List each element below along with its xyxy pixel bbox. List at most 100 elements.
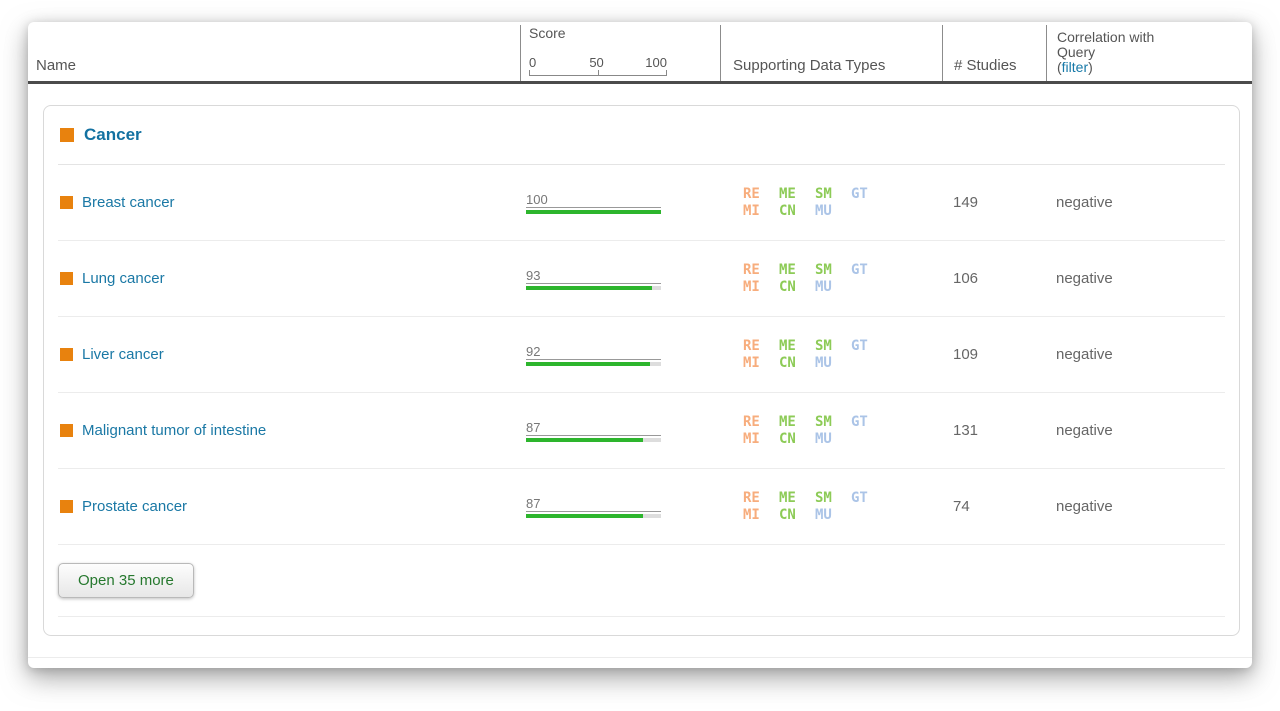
studies-column-label: # Studies	[954, 57, 1046, 74]
studies-cell: 106	[942, 270, 1046, 287]
column-header-correlation: Correlation with Query (filter)	[1046, 25, 1252, 81]
data-type-re-icon: RE	[743, 262, 779, 279]
data-types-column-label: Supporting Data Types	[733, 57, 942, 74]
data-type-sm-icon: SM	[815, 414, 851, 431]
data-type-re-icon: RE	[743, 338, 779, 355]
orange-square-icon	[60, 272, 73, 285]
score-bar	[526, 514, 661, 518]
studies-cell: 131	[942, 422, 1046, 439]
group-title: Cancer	[84, 125, 142, 145]
data-type-mu-icon: MU	[815, 507, 851, 524]
score-bar	[526, 210, 661, 214]
score-bar	[526, 362, 661, 366]
data-type-cn-icon: CN	[779, 203, 815, 220]
disease-link[interactable]: Lung cancer	[82, 270, 165, 287]
open-more-row: Open 35 more	[58, 545, 1225, 617]
data-type-sm-icon: SM	[815, 262, 851, 279]
name-cell: Prostate cancer	[58, 498, 526, 515]
disease-link[interactable]: Breast cancer	[82, 194, 175, 211]
score-scale: 0 50 100	[529, 55, 667, 76]
data-type-mi-icon: MI	[743, 431, 779, 448]
footer-divider	[28, 657, 1252, 658]
score-tick-0: 0	[529, 55, 536, 70]
data-type-gt-icon: GT	[851, 338, 887, 355]
group-header-cancer[interactable]: Cancer	[58, 106, 1225, 165]
data-type-re-icon: RE	[743, 490, 779, 507]
score-cell: 87	[526, 420, 726, 442]
orange-square-icon	[60, 500, 73, 513]
data-type-mu-icon: MU	[815, 355, 851, 372]
score-tick-100: 100	[645, 55, 667, 70]
data-types-cell: REMESMGT MICNMU	[726, 414, 942, 448]
data-types-cell: REMESMGT MICNMU	[726, 490, 942, 524]
table-row: Lung cancer 93 REMESMGT MICNMU 106 negat…	[58, 241, 1225, 317]
correlation-label-line1: Correlation with	[1057, 30, 1252, 45]
score-value: 92	[526, 344, 661, 360]
score-value: 87	[526, 496, 661, 512]
score-cell: 100	[526, 192, 726, 214]
data-type-mi-icon: MI	[743, 203, 779, 220]
data-type-cn-icon: CN	[779, 431, 815, 448]
name-cell: Lung cancer	[58, 270, 526, 287]
data-type-mu-icon: MU	[815, 279, 851, 296]
name-column-label: Name	[36, 57, 520, 74]
data-type-re-icon: RE	[743, 414, 779, 431]
column-header-name: Name	[28, 25, 520, 81]
data-type-cn-icon: CN	[779, 507, 815, 524]
disease-link[interactable]: Prostate cancer	[82, 498, 187, 515]
name-cell: Malignant tumor of intestine	[58, 422, 526, 439]
data-type-gt-icon: GT	[851, 186, 887, 203]
score-value: 93	[526, 268, 661, 284]
data-type-cn-icon: CN	[779, 355, 815, 372]
data-type-gt-icon: GT	[851, 490, 887, 507]
orange-square-icon	[60, 196, 73, 209]
score-cell: 92	[526, 344, 726, 366]
table-row: Prostate cancer 87 REMESMGT MICNMU 74 ne…	[58, 469, 1225, 545]
filter-link[interactable]: filter	[1062, 59, 1088, 75]
score-cell: 93	[526, 268, 726, 290]
disease-link[interactable]: Malignant tumor of intestine	[82, 422, 266, 439]
disease-link[interactable]: Liver cancer	[82, 346, 164, 363]
data-type-gt-icon: GT	[851, 414, 887, 431]
correlation-cell: negative	[1046, 422, 1225, 439]
score-bar	[526, 286, 661, 290]
score-ruler	[529, 70, 667, 76]
data-type-me-icon: ME	[779, 490, 815, 507]
data-type-sm-icon: SM	[815, 186, 851, 203]
cancer-group-box: Cancer Breast cancer 100 REMESMGT MICNMU…	[43, 105, 1240, 636]
data-type-mu-icon: MU	[815, 431, 851, 448]
data-type-me-icon: ME	[779, 414, 815, 431]
table-row: Breast cancer 100 REMESMGT MICNMU 149 ne…	[58, 165, 1225, 241]
studies-cell: 149	[942, 194, 1046, 211]
score-cell: 87	[526, 496, 726, 518]
correlation-label-line2: Query	[1057, 45, 1252, 60]
orange-square-icon	[60, 424, 73, 437]
data-type-sm-icon: SM	[815, 338, 851, 355]
data-type-me-icon: ME	[779, 338, 815, 355]
data-type-mu-icon: MU	[815, 203, 851, 220]
table-header: Name Score 0 50 100 Supporting Data Type…	[28, 22, 1252, 84]
data-type-me-icon: ME	[779, 262, 815, 279]
data-type-gt-icon: GT	[851, 262, 887, 279]
results-panel: Name Score 0 50 100 Supporting Data Type…	[28, 22, 1252, 668]
studies-cell: 74	[942, 498, 1046, 515]
data-type-cn-icon: CN	[779, 279, 815, 296]
data-type-re-icon: RE	[743, 186, 779, 203]
correlation-cell: negative	[1046, 270, 1225, 287]
correlation-filter-line: (filter)	[1057, 60, 1252, 75]
open-more-button[interactable]: Open 35 more	[58, 563, 194, 598]
table-row: Malignant tumor of intestine 87 REMESMGT…	[58, 393, 1225, 469]
name-cell: Liver cancer	[58, 346, 526, 363]
score-column-label: Score	[529, 25, 720, 41]
name-cell: Breast cancer	[58, 194, 526, 211]
score-bar	[526, 438, 661, 442]
table-row: Liver cancer 92 REMESMGT MICNMU 109 nega…	[58, 317, 1225, 393]
data-types-cell: REMESMGT MICNMU	[726, 262, 942, 296]
data-type-me-icon: ME	[779, 186, 815, 203]
score-tick-50: 50	[589, 55, 603, 70]
studies-cell: 109	[942, 346, 1046, 363]
column-header-data-types: Supporting Data Types	[720, 25, 942, 81]
data-type-mi-icon: MI	[743, 355, 779, 372]
data-type-mi-icon: MI	[743, 279, 779, 296]
orange-square-icon	[60, 348, 73, 361]
